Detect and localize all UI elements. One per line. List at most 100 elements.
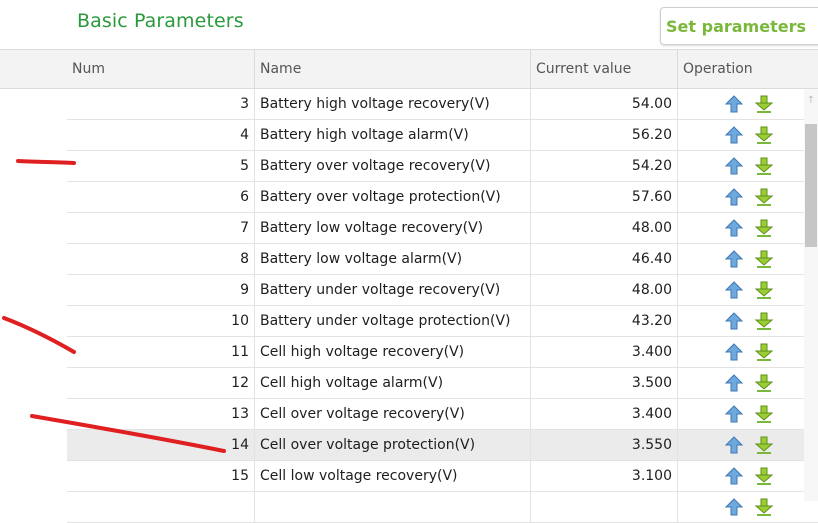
column-header-name[interactable]: Name <box>254 50 530 88</box>
download-arrow-icon[interactable] <box>754 156 774 176</box>
upload-arrow-icon[interactable] <box>724 311 744 331</box>
download-arrow-icon[interactable] <box>754 280 774 300</box>
table-row[interactable]: 6 Battery over voltage protection(V) 57.60 <box>67 182 818 213</box>
row-operation <box>677 337 807 367</box>
annotation-stroke <box>2 316 76 354</box>
row-num: 12 <box>231 375 249 391</box>
upload-arrow-icon[interactable] <box>724 435 744 455</box>
table-row[interactable]: 12 Cell high voltage alarm(V) 3.500 <box>67 368 818 399</box>
column-header-num[interactable]: Num <box>67 50 254 88</box>
download-arrow-icon[interactable] <box>754 249 774 269</box>
upload-arrow-icon[interactable] <box>724 342 744 362</box>
upload-arrow-icon[interactable] <box>724 497 744 517</box>
row-num: 3 <box>240 96 249 112</box>
row-operation <box>677 244 807 274</box>
table-header: Num Name Current value Operation <box>0 49 818 89</box>
page-title: Basic Parameters <box>77 10 244 32</box>
row-current-value[interactable]: 48.00 <box>530 213 677 243</box>
download-arrow-icon[interactable] <box>754 94 774 114</box>
upload-arrow-icon[interactable] <box>724 466 744 486</box>
row-name: Battery under voltage protection(V) <box>254 306 530 336</box>
row-num: 5 <box>240 158 249 174</box>
row-operation <box>677 182 807 212</box>
row-name: Cell low voltage recovery(V) <box>254 461 530 491</box>
row-current-value[interactable]: 54.00 <box>530 89 677 119</box>
upload-arrow-icon[interactable] <box>724 94 744 114</box>
row-name: Battery over voltage protection(V) <box>254 182 530 212</box>
row-current-value[interactable]: 3.500 <box>530 368 677 398</box>
row-name: Cell high voltage alarm(V) <box>254 368 530 398</box>
row-current-value[interactable]: 3.100 <box>530 461 677 491</box>
row-current-value[interactable]: 54.20 <box>530 151 677 181</box>
scroll-up-icon[interactable]: ↑ <box>804 92 818 110</box>
download-arrow-icon[interactable] <box>754 342 774 362</box>
upload-arrow-icon[interactable] <box>724 249 744 269</box>
row-name: Battery high voltage recovery(V) <box>254 89 530 119</box>
row-current-value[interactable]: 3.400 <box>530 399 677 429</box>
row-current-value[interactable]: 46.40 <box>530 244 677 274</box>
row-num: 8 <box>240 251 249 267</box>
table-row[interactable]: 9 Battery under voltage recovery(V) 48.00 <box>67 275 818 306</box>
table-row[interactable]: 3 Battery high voltage recovery(V) 54.00 <box>67 89 818 120</box>
table-row[interactable]: 10 Battery under voltage protection(V) 43.… <box>67 306 818 337</box>
upload-arrow-icon[interactable] <box>724 373 744 393</box>
row-num: 4 <box>240 127 249 143</box>
table-row[interactable]: 15 Cell low voltage recovery(V) 3.100 <box>67 461 818 492</box>
row-num <box>67 492 254 522</box>
table-row[interactable]: 4 Battery high voltage alarm(V) 56.20 <box>67 120 818 151</box>
download-arrow-icon[interactable] <box>754 497 774 517</box>
table-row[interactable]: 14 Cell over voltage protection(V) 3.550 <box>67 430 818 461</box>
row-num: 9 <box>240 282 249 298</box>
row-operation <box>677 275 807 305</box>
download-arrow-icon[interactable] <box>754 373 774 393</box>
table-row[interactable]: 7 Battery low voltage recovery(V) 48.00 <box>67 213 818 244</box>
download-arrow-icon[interactable] <box>754 125 774 145</box>
row-operation <box>677 430 807 460</box>
row-current-value[interactable]: 43.20 <box>530 306 677 336</box>
upload-arrow-icon[interactable] <box>724 125 744 145</box>
row-current-value[interactable]: 3.550 <box>530 430 677 460</box>
download-arrow-icon[interactable] <box>754 218 774 238</box>
row-current-value[interactable]: 57.60 <box>530 182 677 212</box>
row-current-value[interactable]: 3.400 <box>530 337 677 367</box>
row-num: 7 <box>240 220 249 236</box>
row-operation <box>677 151 807 181</box>
table-row[interactable]: 13 Cell over voltage recovery(V) 3.400 <box>67 399 818 430</box>
row-current-value[interactable]: 56.20 <box>530 120 677 150</box>
set-parameters-button[interactable]: Set parameters <box>660 7 818 45</box>
upload-arrow-icon[interactable] <box>724 218 744 238</box>
download-arrow-icon[interactable] <box>754 187 774 207</box>
row-name: Cell high voltage recovery(V) <box>254 337 530 367</box>
row-current-value[interactable] <box>530 492 677 522</box>
row-current-value[interactable]: 48.00 <box>530 275 677 305</box>
upload-arrow-icon[interactable] <box>724 404 744 424</box>
table-row[interactable]: 11 Cell high voltage recovery(V) 3.400 <box>67 337 818 368</box>
row-name: Battery under voltage recovery(V) <box>254 275 530 305</box>
upload-arrow-icon[interactable] <box>724 156 744 176</box>
row-num: 6 <box>240 189 249 205</box>
download-arrow-icon[interactable] <box>754 435 774 455</box>
row-operation <box>677 306 807 336</box>
row-name: Battery high voltage alarm(V) <box>254 120 530 150</box>
row-name: Battery over voltage recovery(V) <box>254 151 530 181</box>
annotation-stroke <box>16 159 76 165</box>
row-num: 10 <box>231 313 249 329</box>
row-num: 11 <box>231 344 249 360</box>
scrollbar-thumb[interactable] <box>805 124 817 247</box>
upload-arrow-icon[interactable] <box>724 280 744 300</box>
row-operation <box>677 368 807 398</box>
row-num: 15 <box>231 468 249 484</box>
table-row[interactable] <box>67 492 818 523</box>
download-arrow-icon[interactable] <box>754 311 774 331</box>
download-arrow-icon[interactable] <box>754 466 774 486</box>
row-name <box>254 492 530 522</box>
download-arrow-icon[interactable] <box>754 404 774 424</box>
row-operation <box>677 89 807 119</box>
table-row[interactable]: 8 Battery low voltage alarm(V) 46.40 <box>67 244 818 275</box>
row-operation <box>677 492 807 522</box>
table-row[interactable]: 5 Battery over voltage recovery(V) 54.20 <box>67 151 818 182</box>
upload-arrow-icon[interactable] <box>724 187 744 207</box>
column-header-operation[interactable]: Operation <box>677 50 804 88</box>
column-header-current-value[interactable]: Current value <box>530 50 677 88</box>
row-name: Battery low voltage recovery(V) <box>254 213 530 243</box>
